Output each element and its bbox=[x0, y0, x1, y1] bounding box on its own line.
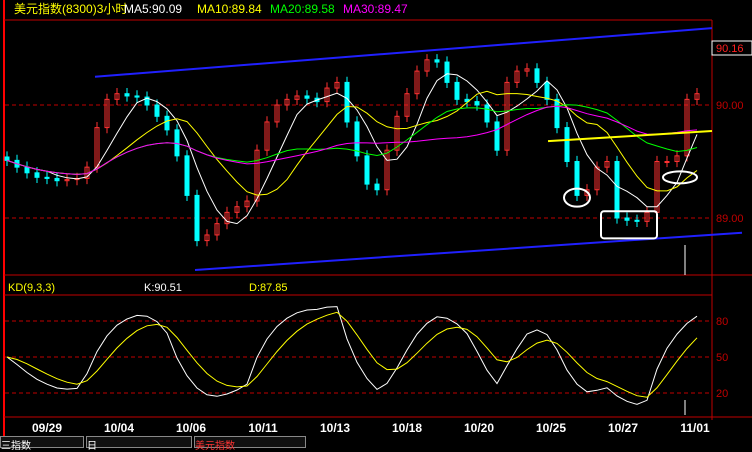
candle-body bbox=[374, 183, 380, 191]
candle-body bbox=[544, 81, 550, 100]
candle-body bbox=[474, 101, 480, 106]
candle-body bbox=[304, 95, 310, 99]
date-tick-label: 10/04 bbox=[104, 421, 134, 435]
candle-body bbox=[494, 121, 500, 151]
candle-body bbox=[4, 156, 10, 161]
candle-body bbox=[24, 166, 30, 174]
candle-body bbox=[434, 59, 440, 63]
date-tick-label: 10/06 bbox=[176, 421, 206, 435]
candle-body bbox=[54, 177, 60, 182]
kd-tick-label: 50 bbox=[716, 352, 728, 364]
candle-body bbox=[184, 155, 190, 196]
date-tick-label: 10/18 bbox=[392, 421, 422, 435]
candle-body bbox=[564, 127, 570, 162]
trend-line bbox=[194, 231, 743, 271]
date-tick-label: 11/01 bbox=[680, 421, 710, 435]
date-tick-label: 10/27 bbox=[608, 421, 638, 435]
candle-body bbox=[154, 104, 160, 117]
candle-body bbox=[174, 129, 180, 157]
candle-body bbox=[624, 217, 630, 221]
candle-body bbox=[554, 98, 560, 129]
candle-body bbox=[134, 95, 140, 98]
trend-line bbox=[94, 27, 713, 78]
candle-body bbox=[124, 93, 130, 97]
d-line bbox=[6, 311, 698, 398]
candle-body bbox=[634, 219, 640, 222]
kd-tick-label: 80 bbox=[716, 316, 728, 328]
candle-body bbox=[44, 176, 50, 179]
kd-k-value: K:90.51 bbox=[144, 282, 182, 294]
candle-body bbox=[534, 68, 540, 83]
ma5-line bbox=[6, 73, 698, 225]
candle-body bbox=[34, 172, 40, 178]
date-tick-label: 09/29 bbox=[32, 421, 62, 435]
candle-body bbox=[344, 81, 350, 123]
date-tick-label: 10/11 bbox=[248, 421, 278, 435]
candle-body bbox=[194, 194, 200, 242]
kd-tick-label: 20 bbox=[716, 388, 728, 400]
candle-body bbox=[444, 61, 450, 83]
candle-body bbox=[664, 161, 670, 163]
tab-2[interactable]: 美元指数 bbox=[194, 436, 306, 452]
kd-d-value: D:87.85 bbox=[249, 282, 288, 294]
candle-body bbox=[164, 115, 170, 131]
annotation-ellipse bbox=[662, 170, 698, 185]
date-tick-label: 10/25 bbox=[536, 421, 566, 435]
candle-body bbox=[454, 81, 460, 100]
candle-body bbox=[364, 155, 370, 185]
price-tick-label: 89.00 bbox=[716, 213, 744, 225]
kd-title: KD(9,3,3) bbox=[8, 282, 56, 294]
candle-body bbox=[574, 161, 580, 196]
date-tick-label: 10/13 bbox=[320, 421, 350, 435]
date-tick-label: 10/20 bbox=[464, 421, 494, 435]
tab-1[interactable]: 日 bbox=[86, 436, 192, 452]
last-price-label: 90.16 bbox=[716, 43, 744, 55]
price-tick-label: 90.00 bbox=[716, 100, 744, 112]
candle-body bbox=[484, 104, 490, 123]
price-chart: 90.00 89.00 90.16 80 50 20 09/29 10/04 10/06 10/1… bbox=[3, 0, 752, 436]
tab-0[interactable]: 三指数 bbox=[0, 436, 84, 452]
candle-body bbox=[614, 161, 620, 219]
